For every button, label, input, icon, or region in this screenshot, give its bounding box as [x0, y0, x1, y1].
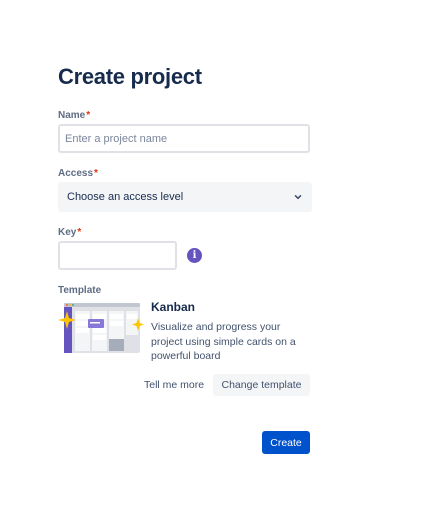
project-key-input[interactable]	[58, 241, 177, 270]
template-description: Visualize and progress your project usin…	[151, 321, 296, 362]
chevron-down-icon	[293, 192, 303, 202]
required-marker: *	[94, 168, 98, 179]
kanban-template-illustration	[58, 298, 146, 358]
key-label: Key*	[58, 227, 81, 238]
project-name-placeholder: Enter a project name	[65, 132, 168, 145]
key-label-text: Key	[58, 227, 77, 238]
access-label: Access*	[58, 168, 98, 179]
required-marker: *	[77, 227, 82, 238]
info-icon[interactable]: i	[187, 248, 202, 263]
template-label: Template	[58, 285, 102, 296]
change-template-button[interactable]: Change template	[213, 374, 310, 396]
required-marker: *	[86, 110, 91, 121]
tell-me-more-link[interactable]: Tell me more	[144, 379, 204, 391]
name-label-text: Name	[58, 110, 86, 121]
page-title: Create project	[58, 64, 202, 89]
name-label: Name*	[58, 110, 90, 121]
create-button[interactable]: Create	[262, 431, 310, 454]
access-level-value: Choose an access level	[67, 191, 184, 203]
access-level-select[interactable]: Choose an access level	[58, 182, 312, 212]
access-label-text: Access	[58, 168, 94, 179]
project-name-input[interactable]: Enter a project name	[58, 124, 310, 153]
template-name: Kanban	[151, 300, 196, 314]
